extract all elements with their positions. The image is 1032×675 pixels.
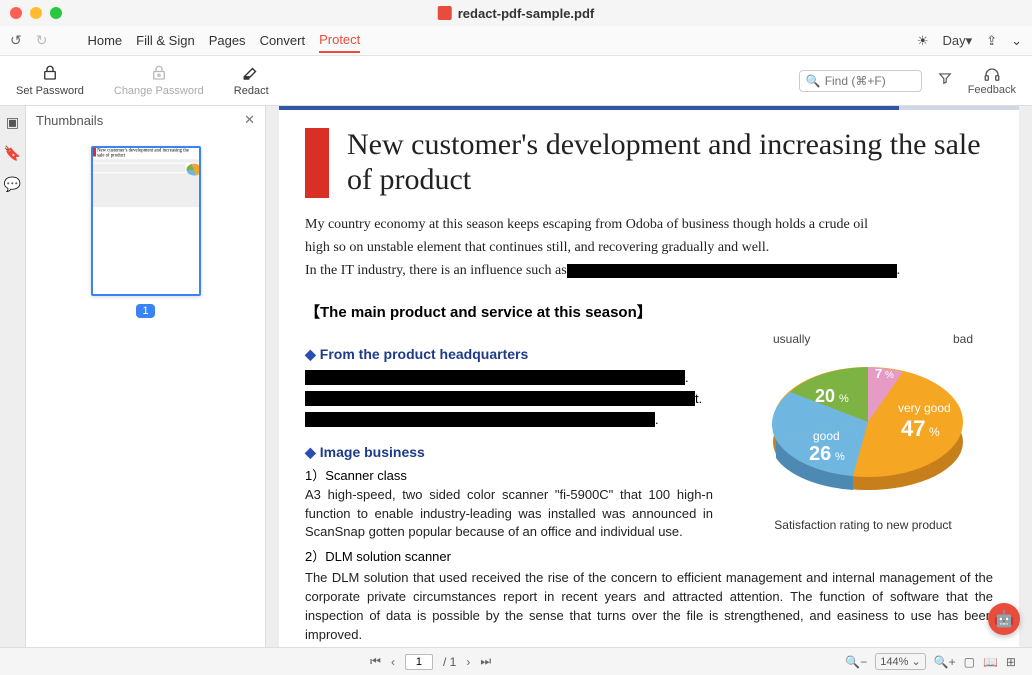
status-bar: ⏮ ‹ / 1 › ⏭ 🔍− 144% ⌄ 🔍+ ▢ 📖 ⊞ — [0, 647, 1032, 675]
tab-pages[interactable]: Pages — [209, 29, 246, 52]
window-controls — [10, 7, 62, 19]
document-title: New customer's development and increasin… — [347, 128, 993, 197]
bookmarks-rail-icon[interactable]: 🔖 — [4, 145, 21, 162]
redact-icon — [242, 64, 260, 82]
robot-icon: 🤖 — [994, 609, 1014, 629]
thumbnail-page-1[interactable]: New customer's development and increasin… — [91, 146, 201, 296]
titlebar: redact-pdf-sample.pdf — [0, 0, 1032, 26]
svg-text:%: % — [839, 393, 849, 405]
redo-button[interactable]: ↻ — [36, 32, 48, 49]
undo-button[interactable]: ↺ — [10, 32, 22, 49]
workspace: ▣ 🔖 💬 Thumbnails ✕ New customer's develo… — [0, 106, 1032, 647]
reading-mode-button[interactable]: 📖 — [983, 655, 998, 669]
tool-ribbon: Set Password Change Password Redact 🔍 Fe… — [0, 56, 1032, 106]
zoom-in-button[interactable]: 🔍+ — [934, 655, 956, 669]
zoom-level[interactable]: 144% ⌄ — [875, 653, 925, 670]
intro-line-2: high so on unstable element that continu… — [305, 239, 993, 258]
prev-page-button[interactable]: ‹ — [391, 655, 395, 669]
section-heading: 【The main product and service at this se… — [305, 301, 993, 322]
paragraph-scanner: A3 high-speed, two sided color scanner "… — [305, 486, 713, 543]
pie-chart-caption: Satisfaction rating to new product — [733, 518, 993, 532]
fit-page-button[interactable]: ▢ — [964, 655, 975, 669]
intro-line-3: In the IT industry, there is an influenc… — [305, 262, 993, 281]
minimize-window-button[interactable] — [30, 7, 42, 19]
tab-fill-sign[interactable]: Fill & Sign — [136, 29, 195, 52]
feedback-button[interactable]: Feedback — [968, 66, 1016, 96]
page-total: / 1 — [443, 655, 456, 669]
pie-chart-icon: very good 47% good 26% 20% 7% — [743, 332, 983, 512]
close-panel-icon[interactable]: ✕ — [244, 112, 255, 128]
change-password-label: Change Password — [114, 85, 204, 97]
theme-toggle[interactable]: Day▾ — [943, 33, 973, 49]
brightness-icon[interactable]: ☀︎ — [917, 33, 929, 49]
thumbnail-page-number: 1 — [136, 304, 154, 318]
zoom-out-button[interactable]: 🔍− — [845, 655, 867, 669]
thumbnails-panel: Thumbnails ✕ New customer's development … — [26, 106, 266, 647]
svg-text:20: 20 — [815, 386, 835, 406]
headset-icon — [983, 66, 1001, 84]
svg-text:very good: very good — [898, 401, 951, 415]
thumbnails-heading: Thumbnails — [36, 113, 103, 128]
redact-button[interactable]: Redact — [234, 64, 269, 97]
side-rail: ▣ 🔖 💬 — [0, 106, 26, 647]
svg-text:%: % — [929, 425, 940, 439]
list-item-1: 1）Scanner class — [305, 465, 713, 484]
title-accent-block — [305, 128, 329, 198]
next-page-button[interactable]: › — [466, 655, 470, 669]
tab-convert[interactable]: Convert — [260, 29, 306, 52]
subheading-image-business: Image business — [305, 444, 713, 461]
share-icon[interactable]: ⇪ — [986, 33, 997, 49]
svg-text:26: 26 — [809, 443, 831, 465]
pie-chart-container: usually bad very good 47% go — [733, 332, 993, 566]
filter-icon[interactable] — [938, 71, 952, 90]
window-title-text: redact-pdf-sample.pdf — [458, 6, 595, 21]
maximize-window-button[interactable] — [50, 7, 62, 19]
change-password-button: Change Password — [114, 64, 204, 97]
redacted-region — [305, 370, 685, 385]
pie-label-usually: usually — [773, 332, 810, 346]
document-page: New customer's development and increasin… — [279, 106, 1019, 647]
tab-protect[interactable]: Protect — [319, 28, 360, 53]
intro-line-1: My country economy at this season keeps … — [305, 216, 993, 235]
comments-rail-icon[interactable]: 💬 — [4, 176, 21, 193]
close-window-button[interactable] — [10, 7, 22, 19]
lock-key-icon — [150, 64, 168, 82]
redacted-region — [305, 391, 695, 406]
list-item-2: 2）DLM solution scanner — [305, 546, 713, 565]
svg-text:7: 7 — [875, 366, 882, 381]
redact-label: Redact — [234, 85, 269, 97]
svg-text:47: 47 — [901, 416, 925, 441]
search-box[interactable]: 🔍 — [799, 70, 922, 92]
overflow-icon[interactable]: ⌄ — [1011, 33, 1022, 49]
pdf-file-icon — [438, 6, 452, 20]
redacted-region — [567, 264, 897, 278]
document-viewport[interactable]: New customer's development and increasin… — [266, 106, 1032, 647]
first-page-button[interactable]: ⏮ — [370, 654, 381, 669]
pie-label-bad: bad — [953, 332, 973, 346]
feedback-label: Feedback — [968, 84, 1016, 96]
thumbnails-rail-icon[interactable]: ▣ — [6, 114, 19, 131]
view-grid-button[interactable]: ⊞ — [1006, 655, 1016, 669]
svg-text:good: good — [813, 429, 840, 443]
set-password-label: Set Password — [16, 85, 84, 97]
main-menu-bar: ↺ ↻ Home Fill & Sign Pages Convert Prote… — [0, 26, 1032, 56]
search-input[interactable] — [825, 74, 915, 88]
assistant-fab[interactable]: 🤖 — [988, 603, 1020, 635]
search-icon: 🔍 — [806, 74, 821, 88]
page-number-input[interactable] — [405, 654, 433, 670]
redacted-region — [305, 412, 655, 427]
svg-text:%: % — [835, 451, 845, 463]
window-title: redact-pdf-sample.pdf — [438, 6, 595, 21]
tab-home[interactable]: Home — [87, 29, 122, 52]
paragraph-dlm: The DLM solution that used received the … — [305, 569, 993, 644]
subheading-product-hq: From the product headquarters — [305, 346, 713, 363]
set-password-button[interactable]: Set Password — [16, 64, 84, 97]
lock-icon — [41, 64, 59, 82]
svg-text:%: % — [885, 370, 894, 381]
last-page-button[interactable]: ⏭ — [480, 654, 491, 669]
